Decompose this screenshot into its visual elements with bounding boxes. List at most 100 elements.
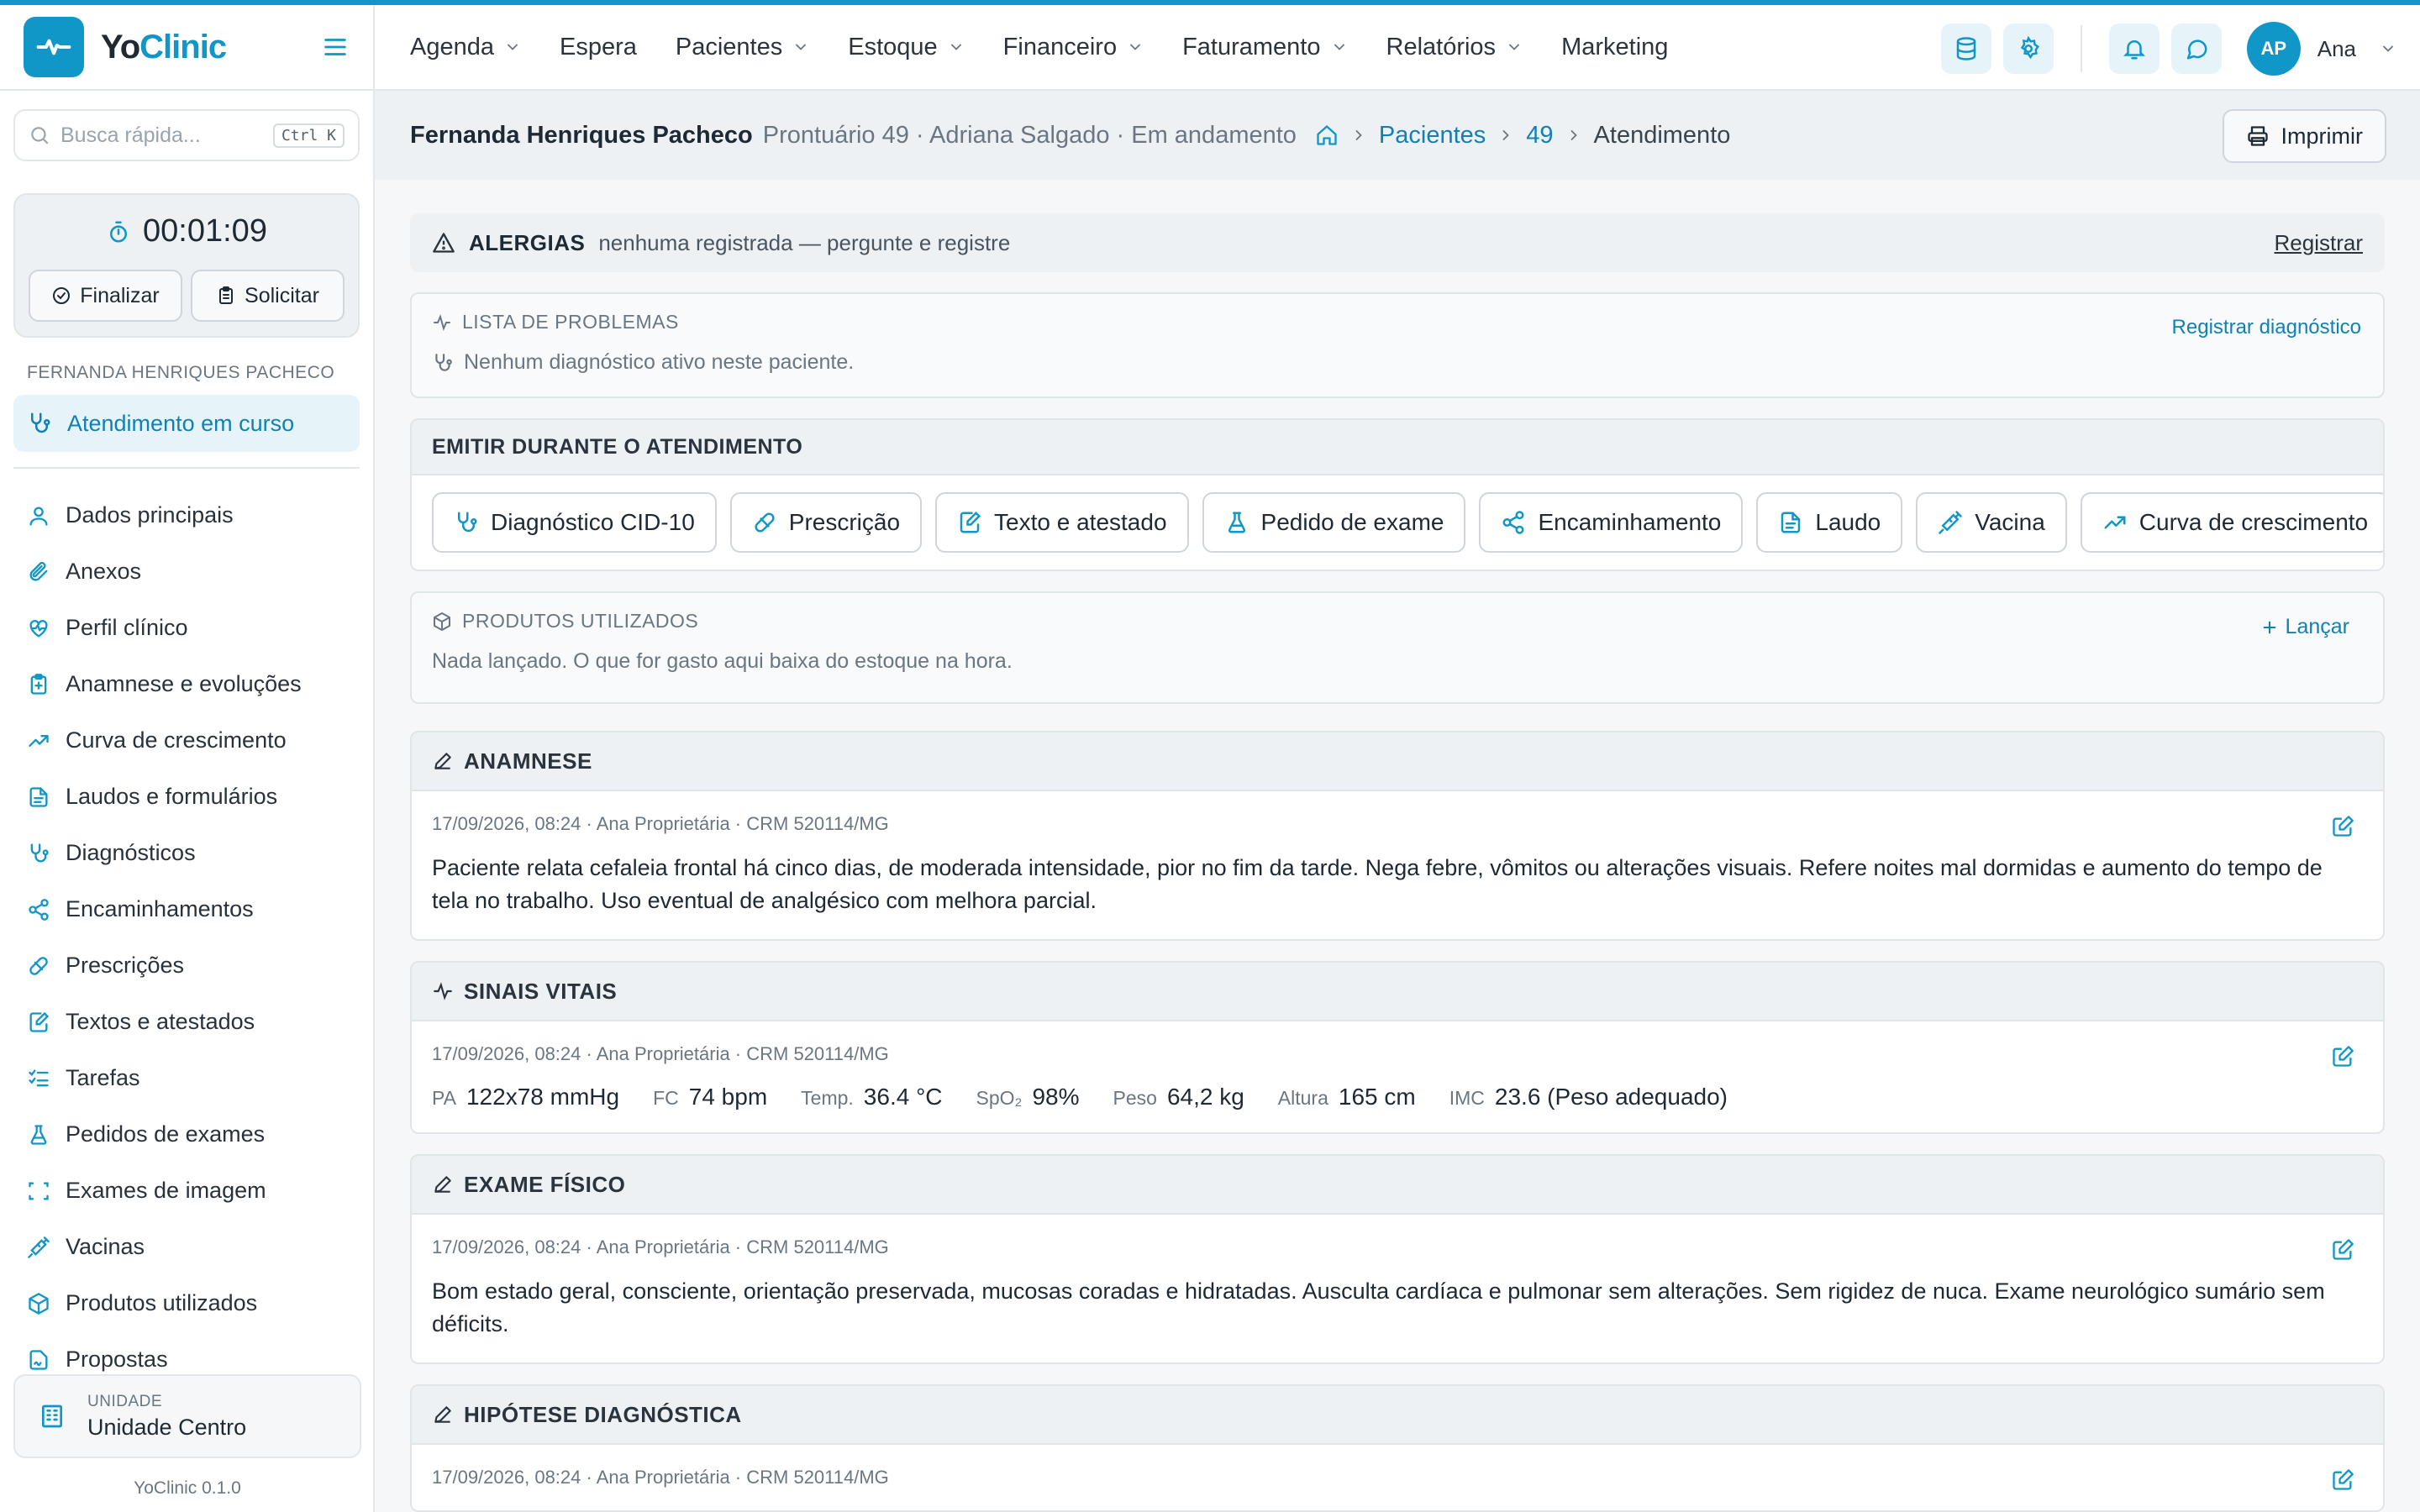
- physical-exam-meta: 17/09/2026, 08:24 · Ana Proprietária · C…: [432, 1236, 889, 1257]
- sidebar-item-diagnosticos[interactable]: Diagnósticos: [13, 825, 360, 881]
- messages-button[interactable]: [2170, 24, 2222, 74]
- avatar[interactable]: AP: [2246, 22, 2301, 76]
- products-title: PRODUTOS UTILIZADOS: [462, 610, 699, 632]
- launch-product-button[interactable]: Lançar: [2260, 615, 2349, 639]
- chevron-down-icon[interactable]: [2380, 40, 2396, 57]
- edit-icon[interactable]: [2331, 1238, 2354, 1262]
- sidebar-item-prescricoes[interactable]: Prescrições: [13, 937, 360, 994]
- syringe-icon: [1939, 511, 1962, 534]
- vital-weight: Peso 64,2 kg: [1113, 1084, 1244, 1110]
- vitals-section: SINAIS VITAIS 17/09/2026, 08:24 · Ana Pr…: [410, 961, 2385, 1134]
- user-icon: [29, 507, 48, 526]
- nav-agenda[interactable]: Agenda: [410, 34, 521, 61]
- register-allergy-link[interactable]: Registrar: [2275, 230, 2363, 256]
- stethoscope-icon: [30, 843, 49, 862]
- main-content: ALERGIAS nenhuma registrada — pergunte e…: [375, 180, 2420, 1512]
- sidebar-item-anexos[interactable]: Anexos: [13, 543, 360, 600]
- sidebar-item-laudos[interactable]: Laudos e formulários: [13, 769, 360, 825]
- nav-financeiro[interactable]: Financeiro: [1003, 34, 1144, 61]
- page-title: Fernanda Henriques Pacheco: [410, 121, 753, 149]
- request-button[interactable]: Solicitar: [191, 270, 345, 322]
- products-used: PRODUTOS UTILIZADOS Nada lançado. O que …: [410, 591, 2385, 704]
- app-logo-text: YoClinic: [101, 28, 227, 66]
- pencil-icon: [434, 1406, 451, 1423]
- emit-diagnosis-button[interactable]: Diagnóstico CID-10: [432, 492, 717, 553]
- nav-faturamento[interactable]: Faturamento: [1182, 34, 1347, 61]
- quick-search-input[interactable]: Busca rápida... Ctrl K: [13, 109, 360, 161]
- notifications-button[interactable]: [2108, 24, 2160, 74]
- trending-up-icon: [29, 734, 49, 747]
- syringe-icon: [28, 1236, 50, 1258]
- sidebar-item-vacinas[interactable]: Vacinas: [13, 1219, 360, 1275]
- sidebar-nav: Dados principais Anexos Perfil clínico A…: [0, 487, 373, 1388]
- package-icon: [29, 1292, 49, 1315]
- allergies-title: ALERGIAS: [469, 229, 586, 255]
- sidebar-item-textos[interactable]: Textos e atestados: [13, 994, 360, 1050]
- menu-icon[interactable]: [321, 33, 350, 61]
- sidebar-item-curva-crescimento[interactable]: Curva de crescimento: [13, 712, 360, 769]
- search-placeholder: Busca rápida...: [60, 123, 201, 147]
- file-edit-icon: [960, 511, 981, 533]
- pill-icon: [29, 956, 48, 975]
- allergies-message: nenhuma registrada — pergunte e registre: [598, 229, 1011, 255]
- sidebar-item-encaminhamentos[interactable]: Encaminhamentos: [13, 881, 360, 937]
- sidebar-item-current-consultation[interactable]: Atendimento em curso: [13, 395, 360, 452]
- hypothesis-meta: 17/09/2026, 08:24 · Ana Proprietária · C…: [432, 1467, 889, 1488]
- settings-button[interactable]: [2002, 24, 2054, 74]
- nav-espera[interactable]: Espera: [560, 34, 637, 61]
- emit-title: EMITIR DURANTE O ATENDIMENTO: [412, 420, 2383, 475]
- database-icon: [1956, 37, 1975, 60]
- edit-icon[interactable]: [2331, 1468, 2354, 1492]
- emit-prescription-button[interactable]: Prescrição: [729, 492, 923, 553]
- nav-relatorios[interactable]: Relatórios: [1386, 34, 1523, 61]
- flask-icon: [30, 1124, 47, 1145]
- emit-growth-curve-button[interactable]: Curva de crescimento: [2080, 492, 2383, 553]
- nav-pacientes[interactable]: Pacientes: [676, 34, 809, 61]
- register-diagnosis-link[interactable]: Registrar diagnóstico: [2172, 316, 2361, 339]
- nav-estoque[interactable]: Estoque: [848, 34, 964, 61]
- pill-icon: [755, 512, 775, 533]
- breadcrumb-pacientes[interactable]: Pacientes: [1379, 122, 1486, 150]
- edit-icon[interactable]: [2331, 1045, 2354, 1068]
- hypothesis-title: HIPÓTESE DIAGNÓSTICA: [464, 1401, 742, 1427]
- print-button[interactable]: Imprimir: [2222, 109, 2386, 163]
- emit-panel: EMITIR DURANTE O ATENDIMENTO Diagnóstico…: [410, 418, 2385, 571]
- sidebar-item-dados-principais[interactable]: Dados principais: [13, 487, 360, 543]
- sidebar-item-tarefas[interactable]: Tarefas: [13, 1050, 360, 1106]
- unit-selector[interactable]: UNIDADE Unidade Centro: [13, 1374, 361, 1458]
- nav-marketing[interactable]: Marketing: [1561, 34, 1668, 61]
- gear-icon: [2020, 36, 2039, 60]
- sidebar-item-produtos[interactable]: Produtos utilizados: [13, 1275, 360, 1331]
- activity-icon: [434, 313, 450, 331]
- emit-exam-request-button[interactable]: Pedido de exame: [1202, 492, 1466, 553]
- breadcrumb: Pacientes 49 Atendimento: [1315, 122, 1730, 150]
- sidebar-item-perfil-clinico[interactable]: Perfil clínico: [13, 600, 360, 656]
- home-icon[interactable]: [1315, 123, 1339, 147]
- diagnostic-hypothesis-section: HIPÓTESE DIAGNÓSTICA 17/09/2026, 08:24 ·…: [410, 1384, 2385, 1512]
- file-edit-icon: [29, 1011, 50, 1032]
- clipboard-icon: [219, 286, 234, 304]
- scan-icon: [29, 1182, 49, 1200]
- edit-icon[interactable]: [2331, 815, 2354, 838]
- anamnese-section: ANAMNESE 17/09/2026, 08:24 · Ana Proprie…: [410, 731, 2385, 941]
- list-checks-icon: [29, 1069, 49, 1086]
- pencil-icon: [434, 1176, 451, 1193]
- problem-list-empty: Nenhum diagnóstico ativo neste paciente.: [464, 350, 855, 374]
- chevron-down-icon: [508, 44, 518, 50]
- finish-button[interactable]: Finalizar: [29, 270, 182, 322]
- sidebar-item-anamnese[interactable]: Anamnese e evoluções: [13, 656, 360, 712]
- logo-icon: [24, 17, 84, 77]
- stethoscope-icon: [435, 353, 452, 371]
- emit-vaccine-button[interactable]: Vacina: [1916, 492, 2067, 553]
- user-name[interactable]: Ana: [2317, 36, 2356, 62]
- sidebar-item-exames-imagem[interactable]: Exames de imagem: [13, 1163, 360, 1219]
- file-text-icon: [1781, 512, 1801, 533]
- breadcrumb-patient-id[interactable]: 49: [1526, 122, 1553, 150]
- activity-icon: [434, 982, 452, 1000]
- emit-referral-button[interactable]: Encaminhamento: [1479, 492, 1744, 553]
- chevron-down-icon: [1509, 44, 1519, 50]
- emit-text-button[interactable]: Texto e atestado: [935, 492, 1189, 553]
- database-button[interactable]: [1940, 24, 1991, 74]
- emit-report-button[interactable]: Laudo: [1756, 492, 1903, 553]
- sidebar-item-pedidos-exames[interactable]: Pedidos de exames: [13, 1106, 360, 1163]
